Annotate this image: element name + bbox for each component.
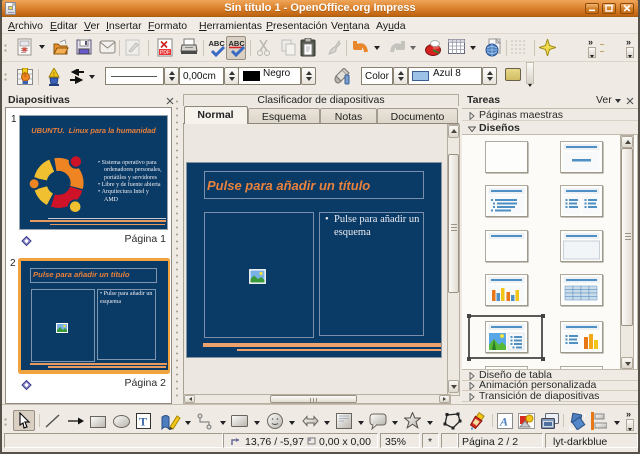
svg-text:T: T	[139, 415, 147, 429]
svg-text:PDF: PDF	[160, 50, 170, 56]
svg-text:A: A	[499, 415, 508, 429]
